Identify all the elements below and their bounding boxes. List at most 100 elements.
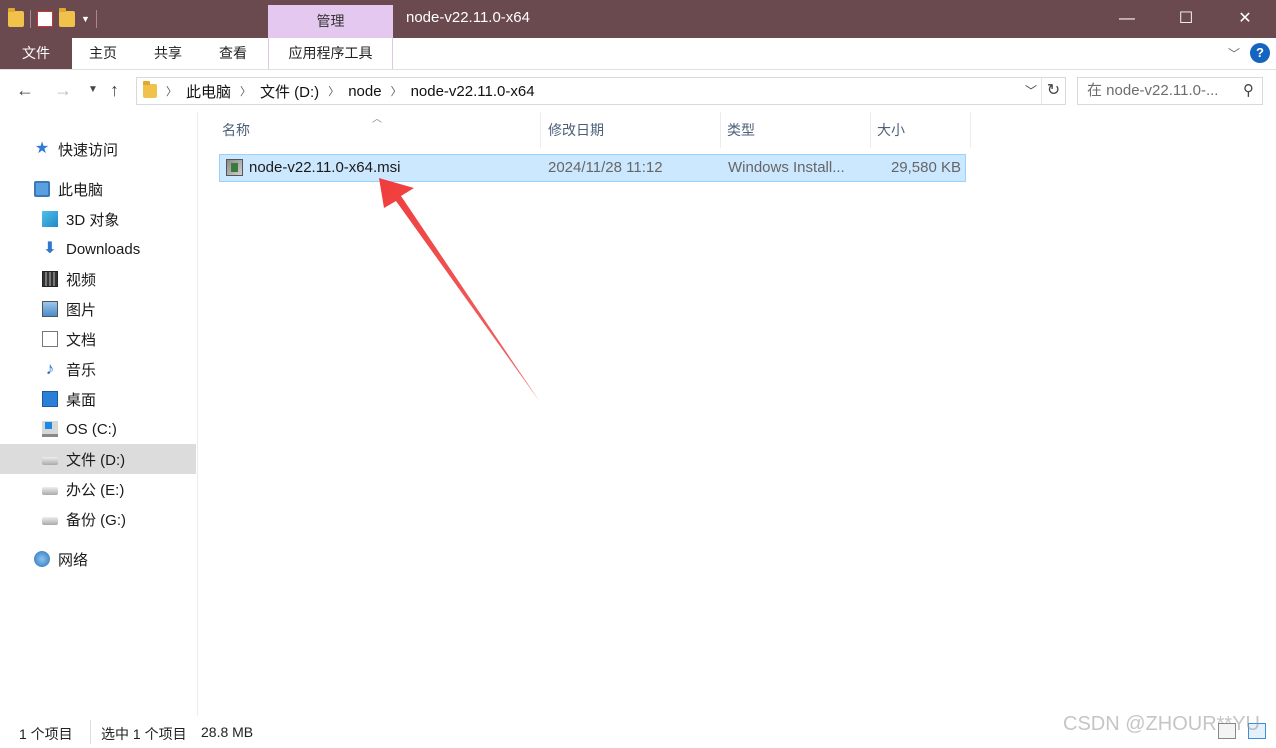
drive-icon (42, 517, 58, 525)
file-type: Windows Install... (728, 159, 845, 176)
expand-ribbon-chevron-down-icon[interactable]: ﹀ (1228, 45, 1240, 62)
sidebar-item-documents[interactable]: 文档 (0, 324, 196, 354)
msi-installer-icon (226, 159, 243, 176)
sidebar-item-drive-d[interactable]: 文件 (D:) (0, 444, 196, 474)
quick-access-toolbar: ▼ (8, 8, 97, 30)
sidebar-item-3d-objects[interactable]: 3D 对象 (0, 204, 196, 234)
maximize-button[interactable]: ☐ (1156, 0, 1216, 38)
sidebar-item-videos[interactable]: 视频 (0, 264, 196, 294)
sidebar-item-label: 备份 (G:) (66, 511, 126, 529)
file-name[interactable]: node-v22.11.0-x64.msi (249, 155, 400, 181)
sidebar-item-label: 3D 对象 (66, 211, 120, 229)
address-history-chevron-down-icon[interactable]: ﹀ (1025, 82, 1037, 99)
video-icon (42, 271, 58, 287)
toolbar-separator (95, 10, 97, 28)
close-button[interactable]: ✕ (1215, 0, 1275, 38)
file-modified: 2024/11/28 11:12 (548, 159, 663, 176)
column-header-modified[interactable]: 修改日期 (542, 112, 721, 148)
column-header-type[interactable]: 类型 (721, 112, 871, 148)
download-arrow-icon: ⬇ (43, 240, 57, 257)
column-header-size[interactable]: 大小 (871, 112, 971, 148)
desktop-icon (42, 391, 58, 407)
breadcrumb-drive-d[interactable]: 文件 (D:) (260, 81, 319, 102)
refresh-icon[interactable]: ↻ (1041, 78, 1065, 104)
properties-icon[interactable] (37, 11, 53, 27)
sidebar-item-music[interactable]: ♪ 音乐 (0, 354, 196, 384)
help-icon[interactable]: ? (1250, 43, 1270, 63)
watermark: CSDN @ZHOUR**YU (1063, 713, 1260, 735)
sidebar-item-label: Downloads (66, 240, 141, 258)
computer-icon (34, 181, 50, 197)
tab-file[interactable]: 文件 (0, 38, 72, 69)
sidebar-item-label: 桌面 (66, 391, 97, 409)
sidebar-item-quick-access[interactable]: ★ 快速访问 (0, 134, 196, 164)
breadcrumb-chevron-icon[interactable]: 〉 (328, 83, 339, 99)
3d-objects-icon (42, 211, 58, 227)
search-icon[interactable]: ⚲ (1243, 78, 1254, 104)
network-icon (34, 551, 50, 567)
title-bar: ▼ 管理 node-v22.11.0-x64 — ☐ ✕ (0, 0, 1276, 38)
folder-icon (143, 81, 157, 98)
sidebar-item-label: 文件 (D:) (66, 451, 126, 469)
customize-toolbar-chevron-down-icon[interactable]: ▼ (81, 14, 90, 24)
folder-icon[interactable] (8, 8, 24, 27)
drive-icon (42, 457, 58, 465)
sidebar-item-pictures[interactable]: 图片 (0, 294, 196, 324)
sidebar-item-label: 网络 (58, 551, 89, 569)
breadcrumb-this-pc[interactable]: 此电脑 (186, 81, 231, 102)
window-title: node-v22.11.0-x64 (406, 9, 530, 26)
toolbar-separator (30, 10, 31, 28)
sidebar-item-this-pc[interactable]: 此电脑 (0, 174, 196, 204)
breadcrumb-chevron-icon[interactable]: 〉 (166, 83, 177, 99)
ribbon-tab-bar: 文件 主页 共享 查看 应用程序工具 ﹀ ? (0, 38, 1276, 70)
back-arrow-icon[interactable]: ← (16, 80, 34, 101)
manage-context-tab[interactable]: 管理 (268, 5, 393, 38)
sidebar-item-label: 此电脑 (58, 181, 104, 199)
breadcrumb-chevron-icon[interactable]: 〉 (391, 83, 402, 99)
tab-view[interactable]: 查看 (203, 38, 263, 69)
up-arrow-icon[interactable]: ↑ (110, 80, 119, 101)
item-count: 1 个项目 (19, 726, 73, 742)
star-icon: ★ (34, 140, 50, 157)
address-bar[interactable]: 〉 此电脑 〉 文件 (D:) 〉 node 〉 node-v22.11.0-x… (136, 77, 1066, 105)
minimize-button[interactable]: — (1097, 0, 1157, 38)
drive-icon (42, 487, 58, 495)
column-header-name[interactable]: 名称 (216, 112, 541, 148)
annotation-arrow-shape (379, 178, 540, 402)
sidebar-item-drive-c[interactable]: OS (C:) (0, 414, 196, 444)
sidebar-item-network[interactable]: 网络 (0, 544, 196, 574)
status-divider (90, 720, 91, 744)
navigation-bar: ← → ▼ ↑ 〉 此电脑 〉 文件 (D:) 〉 node 〉 node-v2… (0, 70, 1276, 112)
sidebar-item-label: 办公 (E:) (66, 481, 125, 499)
sidebar-item-label: 图片 (66, 301, 97, 319)
sidebar-item-downloads[interactable]: ⬇ Downloads (0, 234, 196, 264)
breadcrumb-node[interactable]: node (348, 83, 381, 100)
sidebar-item-label: 快速访问 (58, 141, 119, 159)
selection-count: 选中 1 个项目 (101, 726, 187, 742)
os-drive-icon (42, 421, 58, 437)
music-note-icon: ♪ (45, 359, 55, 378)
search-box[interactable]: 在 node-v22.11.0-... ⚲ (1077, 77, 1263, 105)
navigation-pane: ★ 快速访问 此电脑 3D 对象 ⬇ Downloads 视频 图片 文档 ♪ … (0, 112, 198, 716)
selection-size: 28.8 MB (201, 724, 254, 740)
document-icon (42, 331, 58, 347)
tab-application-tools[interactable]: 应用程序工具 (268, 38, 393, 69)
picture-icon (42, 301, 58, 317)
tab-share[interactable]: 共享 (138, 38, 198, 69)
breadcrumb-chevron-icon[interactable]: 〉 (240, 83, 251, 99)
sidebar-item-drive-e[interactable]: 办公 (E:) (0, 474, 196, 504)
sidebar-item-label: OS (C:) (66, 420, 117, 438)
sidebar-item-label: 文档 (66, 331, 97, 349)
sidebar-item-desktop[interactable]: 桌面 (0, 384, 196, 414)
breadcrumb-current-folder[interactable]: node-v22.11.0-x64 (411, 83, 535, 100)
new-folder-icon[interactable] (59, 8, 75, 27)
forward-arrow-icon[interactable]: → (54, 80, 72, 101)
sidebar-item-label: 音乐 (66, 361, 97, 379)
search-placeholder: 在 node-v22.11.0-... (1087, 82, 1219, 99)
recent-locations-chevron-down-icon[interactable]: ▼ (88, 84, 98, 95)
sidebar-item-drive-g[interactable]: 备份 (G:) (0, 504, 196, 534)
file-size: 29,580 KB (890, 159, 961, 176)
tab-home[interactable]: 主页 (72, 38, 134, 69)
sidebar-item-label: 视频 (66, 271, 97, 289)
file-row[interactable]: node-v22.11.0-x64.msi 2024/11/28 11:12 W… (219, 154, 966, 182)
